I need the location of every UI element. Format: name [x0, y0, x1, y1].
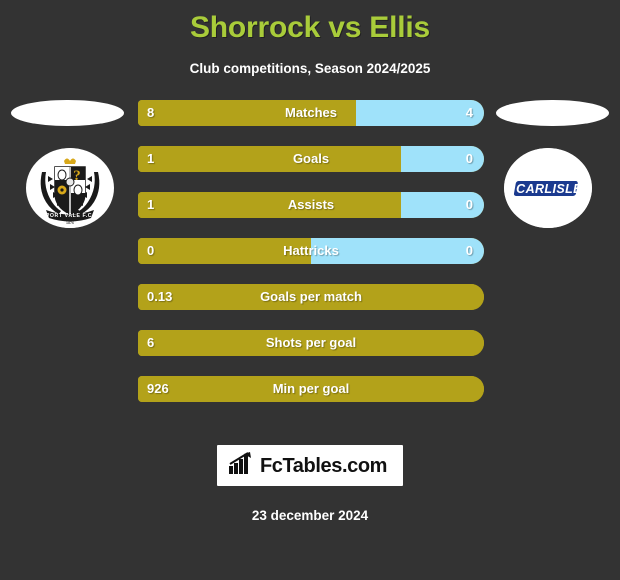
fctables-logo[interactable]: FcTables.com	[216, 445, 404, 486]
away-value: 0	[465, 197, 473, 212]
stat-label: Goals per match	[260, 289, 362, 304]
home-team-name-pill	[11, 100, 124, 126]
stat-row-matches: 8 Matches 4	[138, 100, 484, 126]
stat-row-hattricks: 0 Hattricks 0	[138, 238, 484, 264]
svg-text:PORT VALE F.C.: PORT VALE F.C.	[46, 213, 94, 219]
stat-row-assists: 1 Assists 0	[138, 192, 484, 218]
stat-label: Shots per goal	[265, 335, 357, 350]
stat-row-goals-per-match: 0.13 Goals per match	[138, 284, 484, 310]
stat-label: Assists	[287, 197, 335, 212]
home-team-column: ? PORT VALE F.C. 1876	[4, 100, 134, 280]
page-header: Shorrock vs Ellis Club competitions, Sea…	[0, 0, 620, 78]
stat-label: Min per goal	[272, 381, 350, 396]
away-value: 4	[465, 105, 473, 120]
stat-row-shots-per-goal: 6 Shots per goal	[138, 330, 484, 356]
page-subtitle: Club competitions, Season 2024/2025	[189, 61, 431, 76]
page-title: Shorrock vs Ellis	[189, 11, 431, 44]
port-vale-crest-icon: ? PORT VALE F.C. 1876	[26, 148, 114, 228]
away-team-name-pill	[496, 100, 609, 126]
report-date: 23 december 2024	[251, 508, 369, 523]
fctables-wordmark: FcTables.com	[259, 454, 388, 477]
stat-bars-list: 8 Matches 4 1 Goals 0 1 Assists 0 0 Hatt…	[138, 100, 484, 422]
stat-label: Goals	[292, 151, 330, 166]
away-value: 0	[465, 151, 473, 166]
stat-label: Matches	[284, 105, 338, 120]
away-team-column: CARLISLE	[486, 100, 616, 280]
stat-row-goals: 1 Goals 0	[138, 146, 484, 172]
comparison-panel: ? PORT VALE F.C. 1876 CARLISLE 8 Matches…	[0, 100, 620, 420]
svg-text:1876: 1876	[66, 221, 74, 225]
carlisle-united-crest-icon: CARLISLE	[504, 148, 592, 228]
stat-label: Hattricks	[283, 243, 339, 258]
bar-chart-up-icon	[228, 452, 253, 479]
stat-row-min-per-goal: 926 Min per goal	[138, 376, 484, 402]
page-footer: FcTables.com 23 december 2024	[0, 445, 620, 523]
away-value: 0	[465, 243, 473, 258]
svg-text:CARLISLE: CARLISLE	[516, 182, 582, 196]
